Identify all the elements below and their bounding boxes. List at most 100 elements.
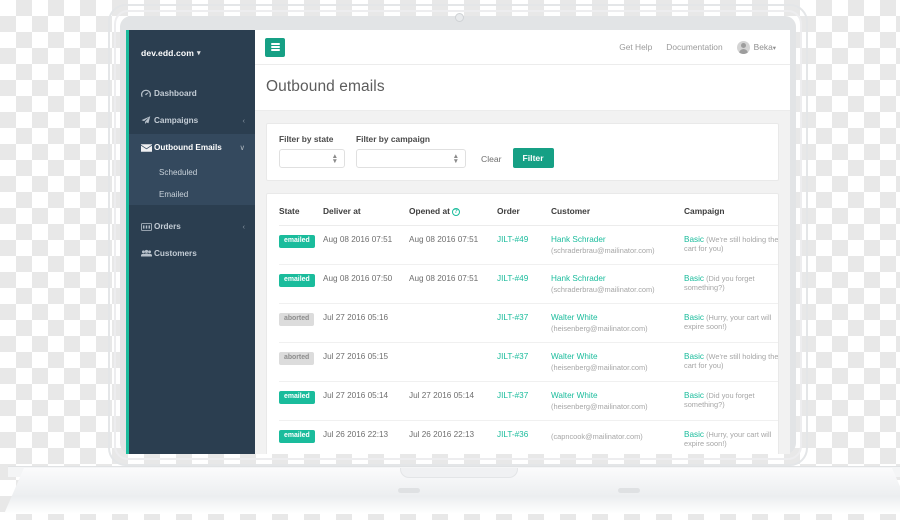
cell-order: JILT-#37 <box>497 303 551 343</box>
cell-state: emailed <box>279 381 323 421</box>
sidebar-item-campaigns[interactable]: Campaigns ‹ <box>126 107 255 134</box>
sidebar-item-label: Campaigns <box>154 116 199 125</box>
sidebar-item-dashboard[interactable]: Dashboard <box>126 80 255 107</box>
cell-state: emailed <box>279 225 323 265</box>
filter-button[interactable]: Filter <box>512 148 554 168</box>
table-row[interactable]: emailed Aug 08 2016 07:51 Aug 08 2016 07:5… <box>279 225 778 265</box>
sidebar-item-label: Outbound Emails <box>154 143 222 152</box>
customer-email: (schraderbrau@mailinator.com) <box>551 285 655 294</box>
campaign-link[interactable]: Basic <box>684 313 704 322</box>
order-link[interactable]: JILT-#37 <box>497 391 528 400</box>
sidebar-item-outbound-emails[interactable]: Outbound Emails ∨ <box>126 134 255 161</box>
sidebar-item-customers[interactable]: Customers <box>126 240 255 267</box>
cell-opened-at <box>409 342 497 382</box>
cell-customer: Walter White (heisenberg@mailinator.com) <box>551 342 684 382</box>
dashboard-icon <box>141 89 154 98</box>
laptop-mockup: dev.edd.com ▾ Dashboard Campaigns ‹ Outb… <box>4 4 900 514</box>
laptop-screen: dev.edd.com ▾ Dashboard Campaigns ‹ Outb… <box>126 30 790 454</box>
order-link[interactable]: JILT-#49 <box>497 235 528 244</box>
cell-customer: Walter White (heisenberg@mailinator.com) <box>551 303 684 343</box>
order-link[interactable]: JILT-#37 <box>497 313 528 322</box>
table-row[interactable]: emailed Jul 26 2016 22:13 Jul 26 2016 22:1… <box>279 420 778 454</box>
order-card-icon <box>141 222 154 231</box>
filter-campaign-select[interactable]: ▲ ▼ <box>356 149 466 168</box>
cell-opened-at <box>409 303 497 343</box>
filter-campaign-group: Filter by campaign ▲ ▼ <box>356 134 466 168</box>
sidebar-brand[interactable]: dev.edd.com ▾ <box>126 30 255 76</box>
sidebar: dev.edd.com ▾ Dashboard Campaigns ‹ Outb… <box>126 30 255 454</box>
sidebar-group-outbound-emails: Outbound Emails ∨ Scheduled Emailed <box>126 134 255 205</box>
customer-email: (schraderbrau@mailinator.com) <box>551 246 655 255</box>
cell-order: JILT-#36 <box>497 420 551 454</box>
sidebar-subitem-label: Emailed <box>159 189 189 199</box>
page-title: Outbound emails <box>266 78 385 95</box>
filter-campaign-label: Filter by campaign <box>356 134 430 144</box>
customer-link[interactable]: Walter White <box>551 352 678 361</box>
chevron-down-icon: ▾ <box>197 50 201 57</box>
status-badge: emailed <box>279 274 315 287</box>
avatar <box>736 40 750 54</box>
filter-state-select[interactable]: ▲ ▼ <box>279 149 345 168</box>
cell-order: JILT-#37 <box>497 381 551 421</box>
table-row[interactable]: emailed Aug 08 2016 07:50 Aug 08 2016 07:5… <box>279 264 778 304</box>
order-link[interactable]: JILT-#36 <box>497 430 528 439</box>
users-icon <box>141 249 154 258</box>
col-header-opened-at: Opened at? <box>409 194 497 226</box>
campaign-link[interactable]: Basic <box>684 274 704 283</box>
customer-link[interactable]: Walter White <box>551 391 678 400</box>
cell-deliver-at: Aug 08 2016 07:50 <box>323 264 409 304</box>
page-header: Outbound emails <box>255 65 790 111</box>
cell-campaign: Basic (Hurry, your cart will expire soon… <box>684 420 778 454</box>
customer-link[interactable]: Hank Schrader <box>551 274 678 283</box>
campaign-link[interactable]: Basic <box>684 352 704 361</box>
customer-link[interactable]: Hank Schrader <box>551 235 678 244</box>
select-spinner-icon: ▲ ▼ <box>331 152 338 165</box>
order-link[interactable]: JILT-#37 <box>497 352 528 361</box>
sidebar-subitem-emailed[interactable]: Emailed <box>126 183 255 205</box>
col-header-customer: Customer <box>551 194 684 226</box>
order-link[interactable]: JILT-#49 <box>497 274 528 283</box>
status-badge: aborted <box>279 313 315 326</box>
sidebar-subitem-scheduled[interactable]: Scheduled <box>126 161 255 183</box>
hamburger-icon[interactable] <box>265 37 285 57</box>
col-header-opened-at-text: Opened at <box>409 206 450 216</box>
info-icon[interactable]: ? <box>451 208 460 216</box>
paper-plane-icon <box>141 116 154 125</box>
emails-table-panel: State Deliver at Opened at? Order Custom… <box>266 193 779 454</box>
filter-state-group: Filter by state ▲ ▼ <box>279 134 345 168</box>
hamburger-bars <box>270 42 280 53</box>
campaign-link[interactable]: Basic <box>684 430 704 439</box>
cell-customer: Hank Schrader (schraderbrau@mailinator.co… <box>551 264 684 304</box>
cell-customer: Hank Schrader (schraderbrau@mailinator.co… <box>551 225 684 265</box>
get-help-link[interactable]: Get Help <box>619 42 652 52</box>
table-row[interactable]: emailed Jul 27 2016 05:14 Jul 27 2016 05:1… <box>279 381 778 421</box>
table-row[interactable]: aborted Jul 27 2016 05:16 JILT-#37 Walter W… <box>279 303 778 343</box>
laptop-base-notch <box>400 468 518 478</box>
select-spinner-icon: ▲ ▼ <box>452 152 459 165</box>
cell-order: JILT-#49 <box>497 264 551 304</box>
cell-opened-at: Jul 26 2016 22:13 <box>409 420 497 454</box>
cell-deliver-at: Jul 27 2016 05:16 <box>323 303 409 343</box>
cell-opened-at: Aug 08 2016 07:51 <box>409 264 497 304</box>
status-badge: aborted <box>279 352 315 365</box>
campaign-link[interactable]: Basic <box>684 391 704 400</box>
topbar-right: Get Help Documentation Beka▾ <box>619 40 776 54</box>
filter-panel: Filter by state ▲ ▼ Filter by campaign ▲ ▼ <box>266 123 779 181</box>
col-header-state: State <box>279 194 323 226</box>
topbar: Get Help Documentation Beka▾ <box>255 30 790 65</box>
table-header-row: State Deliver at Opened at? Order Custom… <box>279 194 778 226</box>
sidebar-item-orders[interactable]: Orders ‹ <box>126 213 255 240</box>
customer-link[interactable]: Walter White <box>551 313 678 322</box>
clear-button[interactable]: Clear <box>481 154 502 168</box>
cell-state: emailed <box>279 420 323 454</box>
user-menu[interactable]: Beka▾ <box>736 40 776 54</box>
cell-state: emailed <box>279 264 323 304</box>
status-badge: emailed <box>279 430 315 443</box>
table-row[interactable]: aborted Jul 27 2016 05:15 JILT-#37 Walter W… <box>279 342 778 382</box>
cell-campaign: Basic (We're still holding the cart for … <box>684 225 778 265</box>
cell-state: aborted <box>279 303 323 343</box>
cell-state: aborted <box>279 342 323 382</box>
documentation-link[interactable]: Documentation <box>666 42 722 52</box>
campaign-link[interactable]: Basic <box>684 235 704 244</box>
